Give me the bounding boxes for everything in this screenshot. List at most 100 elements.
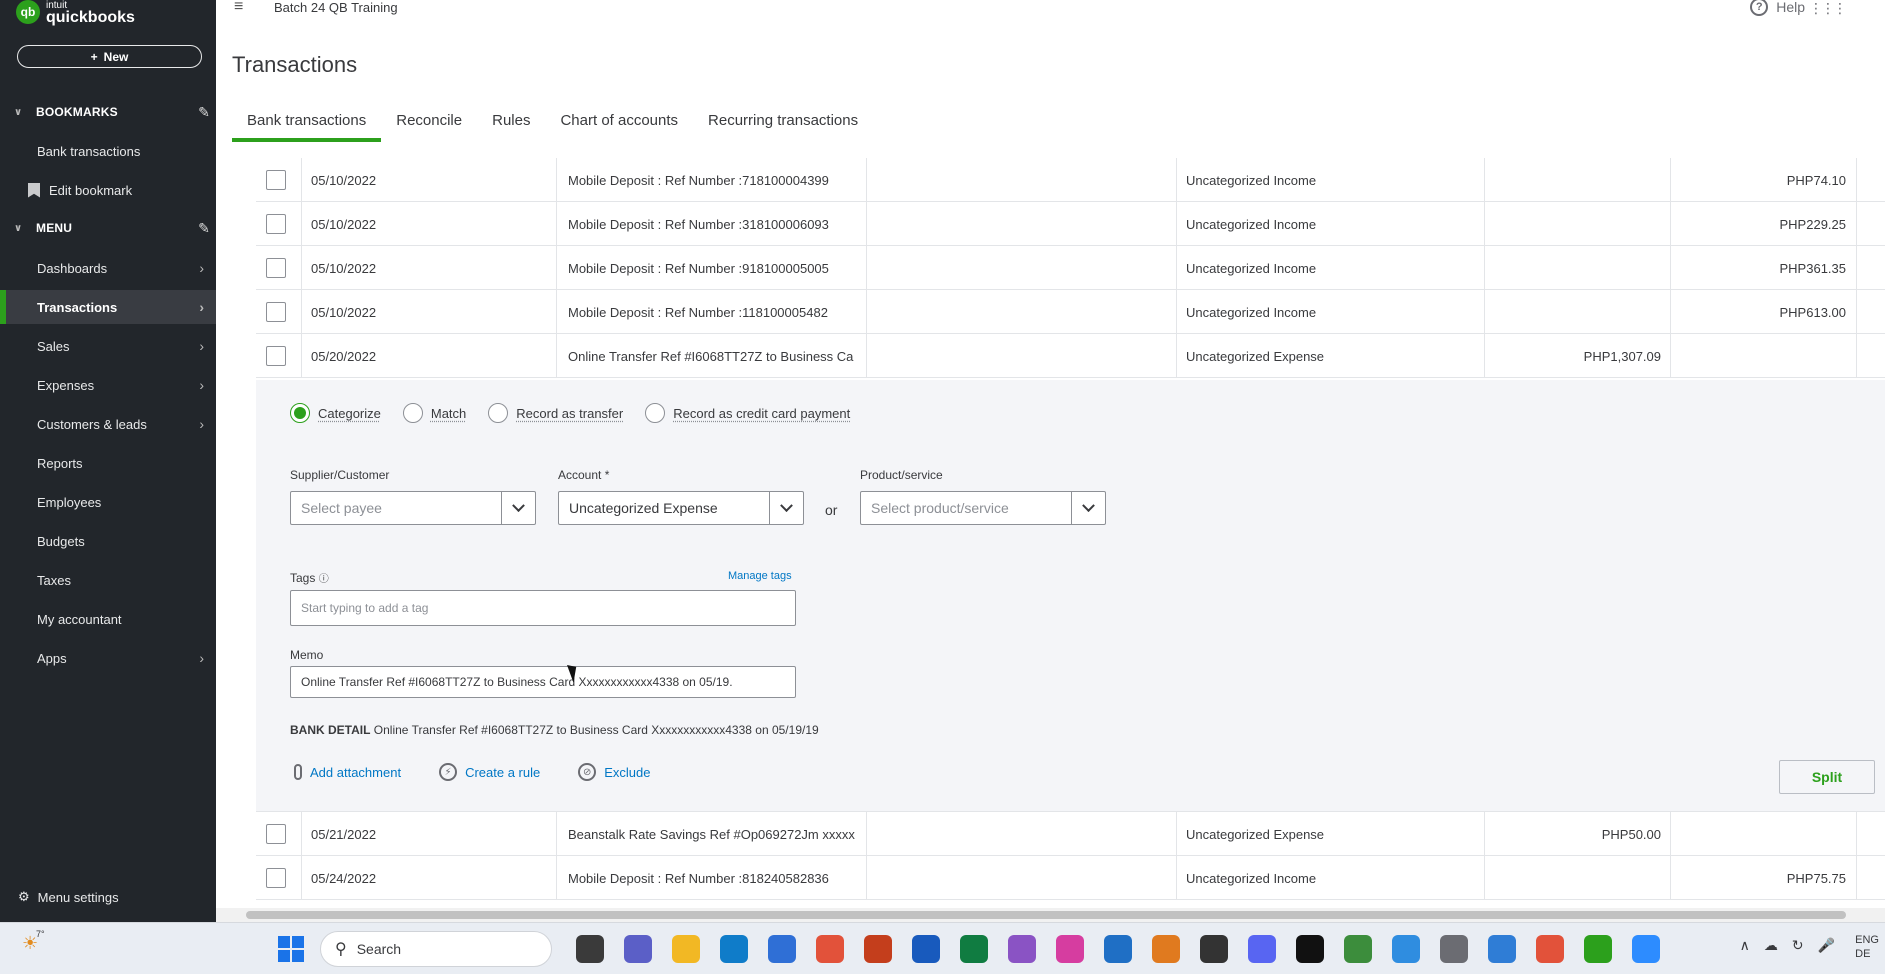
menu-settings-button[interactable]: ⚙ Menu settings (18, 889, 119, 905)
microphone-icon[interactable]: 🎤 (1818, 937, 1835, 954)
row-category: Uncategorized Income (1186, 260, 1317, 276)
table-row[interactable]: 05/20/2022 Online Transfer Ref #I6068TT27… (256, 334, 1885, 378)
chevron-down-icon[interactable] (769, 492, 803, 524)
memo-input[interactable]: Online Transfer Ref #I6068TT27Z to Busin… (290, 666, 796, 698)
tab-chart-of-accounts[interactable]: Chart of accounts (545, 108, 693, 142)
sidebar-item-employees[interactable]: Employees (0, 485, 216, 519)
chrome2-icon[interactable] (1344, 935, 1372, 963)
apps-grid-icon[interactable]: ⋮⋮⋮ (1809, 0, 1847, 17)
row-checkbox[interactable] (266, 868, 286, 888)
sync-icon[interactable]: ↻ (1792, 937, 1804, 954)
row-checkbox[interactable] (266, 170, 286, 190)
bookmark-bank-transactions[interactable]: Bank transactions (0, 134, 216, 168)
table-row[interactable]: 05/24/2022 Mobile Deposit : Ref Number :8… (256, 856, 1885, 900)
edit-menu-pencil-icon[interactable]: ✎ (198, 220, 210, 237)
row-checkbox[interactable] (266, 214, 286, 234)
zoom-icon[interactable] (1632, 935, 1660, 963)
edit-bookmarks-pencil-icon[interactable]: ✎ (198, 104, 210, 121)
product-select[interactable]: Select product/service (860, 491, 1106, 525)
sidebar-item-sales[interactable]: Sales › (0, 329, 216, 363)
supplier-select[interactable]: Select payee (290, 491, 536, 525)
language-indicator[interactable]: ENG DE (1855, 933, 1879, 961)
tab-rules[interactable]: Rules (477, 108, 545, 142)
word-icon[interactable] (912, 935, 940, 963)
manage-tags-link[interactable]: Manage tags (728, 570, 792, 582)
match-label[interactable]: Match (431, 406, 466, 421)
hamburger-menu-icon[interactable]: ≡ (234, 0, 243, 16)
chrome5-icon[interactable] (1584, 935, 1612, 963)
windows-start-icon[interactable] (278, 936, 304, 962)
excel-icon[interactable] (960, 935, 988, 963)
sidebar-item-apps[interactable]: Apps › (0, 641, 216, 675)
snipping-icon[interactable] (1056, 935, 1084, 963)
sidebar-item-expenses[interactable]: Expenses › (0, 368, 216, 402)
sidebar-item-reports[interactable]: Reports (0, 446, 216, 480)
tab-reconcile[interactable]: Reconcile (381, 108, 477, 142)
categorize-radio[interactable] (290, 403, 310, 423)
sidebar-item-transactions[interactable]: Transactions › (0, 290, 216, 324)
scrollbar-thumb[interactable] (246, 911, 1846, 919)
menu-header[interactable]: ∨ MENU ✎ (14, 216, 210, 240)
taskbar-search[interactable]: ⚲ Search (320, 931, 552, 967)
record-as-cc-payment-radio[interactable] (645, 403, 666, 423)
chevron-down-icon[interactable] (501, 492, 535, 524)
table-row[interactable]: 05/10/2022 Mobile Deposit : Ref Number :7… (256, 158, 1885, 202)
tags-input[interactable]: Start typing to add a tag (290, 590, 796, 626)
record-as-transfer-label[interactable]: Record as transfer (516, 406, 623, 421)
gear-icon: ⚙ (18, 889, 30, 904)
sidebar-item-taxes[interactable]: Taxes (0, 563, 216, 597)
tab-bank-transactions[interactable]: Bank transactions (232, 108, 382, 142)
file-explorer-icon[interactable] (576, 935, 604, 963)
notepad-icon[interactable] (1488, 935, 1516, 963)
help-button[interactable]: ? Help (1750, 0, 1805, 16)
info-icon[interactable]: ⓘ (319, 574, 329, 585)
table-row[interactable]: 05/10/2022 Mobile Deposit : Ref Number :1… (256, 290, 1885, 334)
record-as-cc-payment-label[interactable]: Record as credit card payment (673, 406, 850, 421)
exclude-button[interactable]: ⊘ Exclude (578, 763, 650, 781)
sidebar-item-dashboards[interactable]: Dashboards › (0, 251, 216, 285)
sidebar-item-label: Reports (37, 455, 83, 471)
bookmarks-header[interactable]: ∨ BOOKMARKS ✎ (14, 100, 210, 124)
split-button[interactable]: Split (1779, 760, 1875, 794)
create-rule-button[interactable]: ⚡ Create a rule (439, 763, 540, 781)
whiteboard-icon[interactable] (1104, 935, 1132, 963)
store-icon[interactable] (768, 935, 796, 963)
edit-bookmark[interactable]: Edit bookmark (0, 173, 216, 207)
chevron-up-icon[interactable]: ∧ (1740, 937, 1750, 954)
sidebar-item-customers-leads[interactable]: Customers & leads › (0, 407, 216, 441)
categorize-label[interactable]: Categorize (318, 406, 381, 421)
quickbooks-logo[interactable]: qb intuit quickbooks (16, 0, 135, 26)
table-row[interactable]: 05/10/2022 Mobile Deposit : Ref Number :9… (256, 246, 1885, 290)
chrome-icon[interactable] (816, 935, 844, 963)
capcut-icon[interactable] (1200, 935, 1228, 963)
match-radio[interactable] (402, 403, 423, 423)
horizontal-scrollbar[interactable] (216, 908, 1885, 922)
chrome4-icon[interactable] (1536, 935, 1564, 963)
chrome3-icon[interactable] (1392, 935, 1420, 963)
weather-widget[interactable]: ☀ 7° (22, 929, 52, 963)
add-attachment-button[interactable]: Add attachment (294, 764, 401, 780)
table-row[interactable]: 05/10/2022 Mobile Deposit : Ref Number :3… (256, 202, 1885, 246)
account-select[interactable]: Uncategorized Expense (558, 491, 804, 525)
tab-recurring-transactions[interactable]: Recurring transactions (693, 108, 873, 142)
capcut2-icon[interactable] (1296, 935, 1324, 963)
row-checkbox[interactable] (266, 302, 286, 322)
row-checkbox[interactable] (266, 346, 286, 366)
chevron-down-icon[interactable] (1071, 492, 1105, 524)
discord-icon[interactable] (1248, 935, 1276, 963)
row-checkbox[interactable] (266, 258, 286, 278)
settings-icon[interactable] (1440, 935, 1468, 963)
sidebar-item-my-accountant[interactable]: My accountant (0, 602, 216, 636)
sync-app-icon[interactable] (1152, 935, 1180, 963)
table-row[interactable]: 05/21/2022 Beanstalk Rate Savings Ref #Op… (256, 812, 1885, 856)
row-checkbox[interactable] (266, 824, 286, 844)
powerpoint-icon[interactable] (864, 935, 892, 963)
record-as-transfer-radio[interactable] (488, 403, 509, 423)
chrome-profile-icon[interactable] (1008, 935, 1036, 963)
cloud-icon[interactable]: ☁ (1764, 937, 1778, 954)
teams-icon[interactable] (624, 935, 652, 963)
folder-icon[interactable] (672, 935, 700, 963)
edge-icon[interactable] (720, 935, 748, 963)
new-button[interactable]: + New (17, 45, 202, 68)
sidebar-item-budgets[interactable]: Budgets (0, 524, 216, 558)
